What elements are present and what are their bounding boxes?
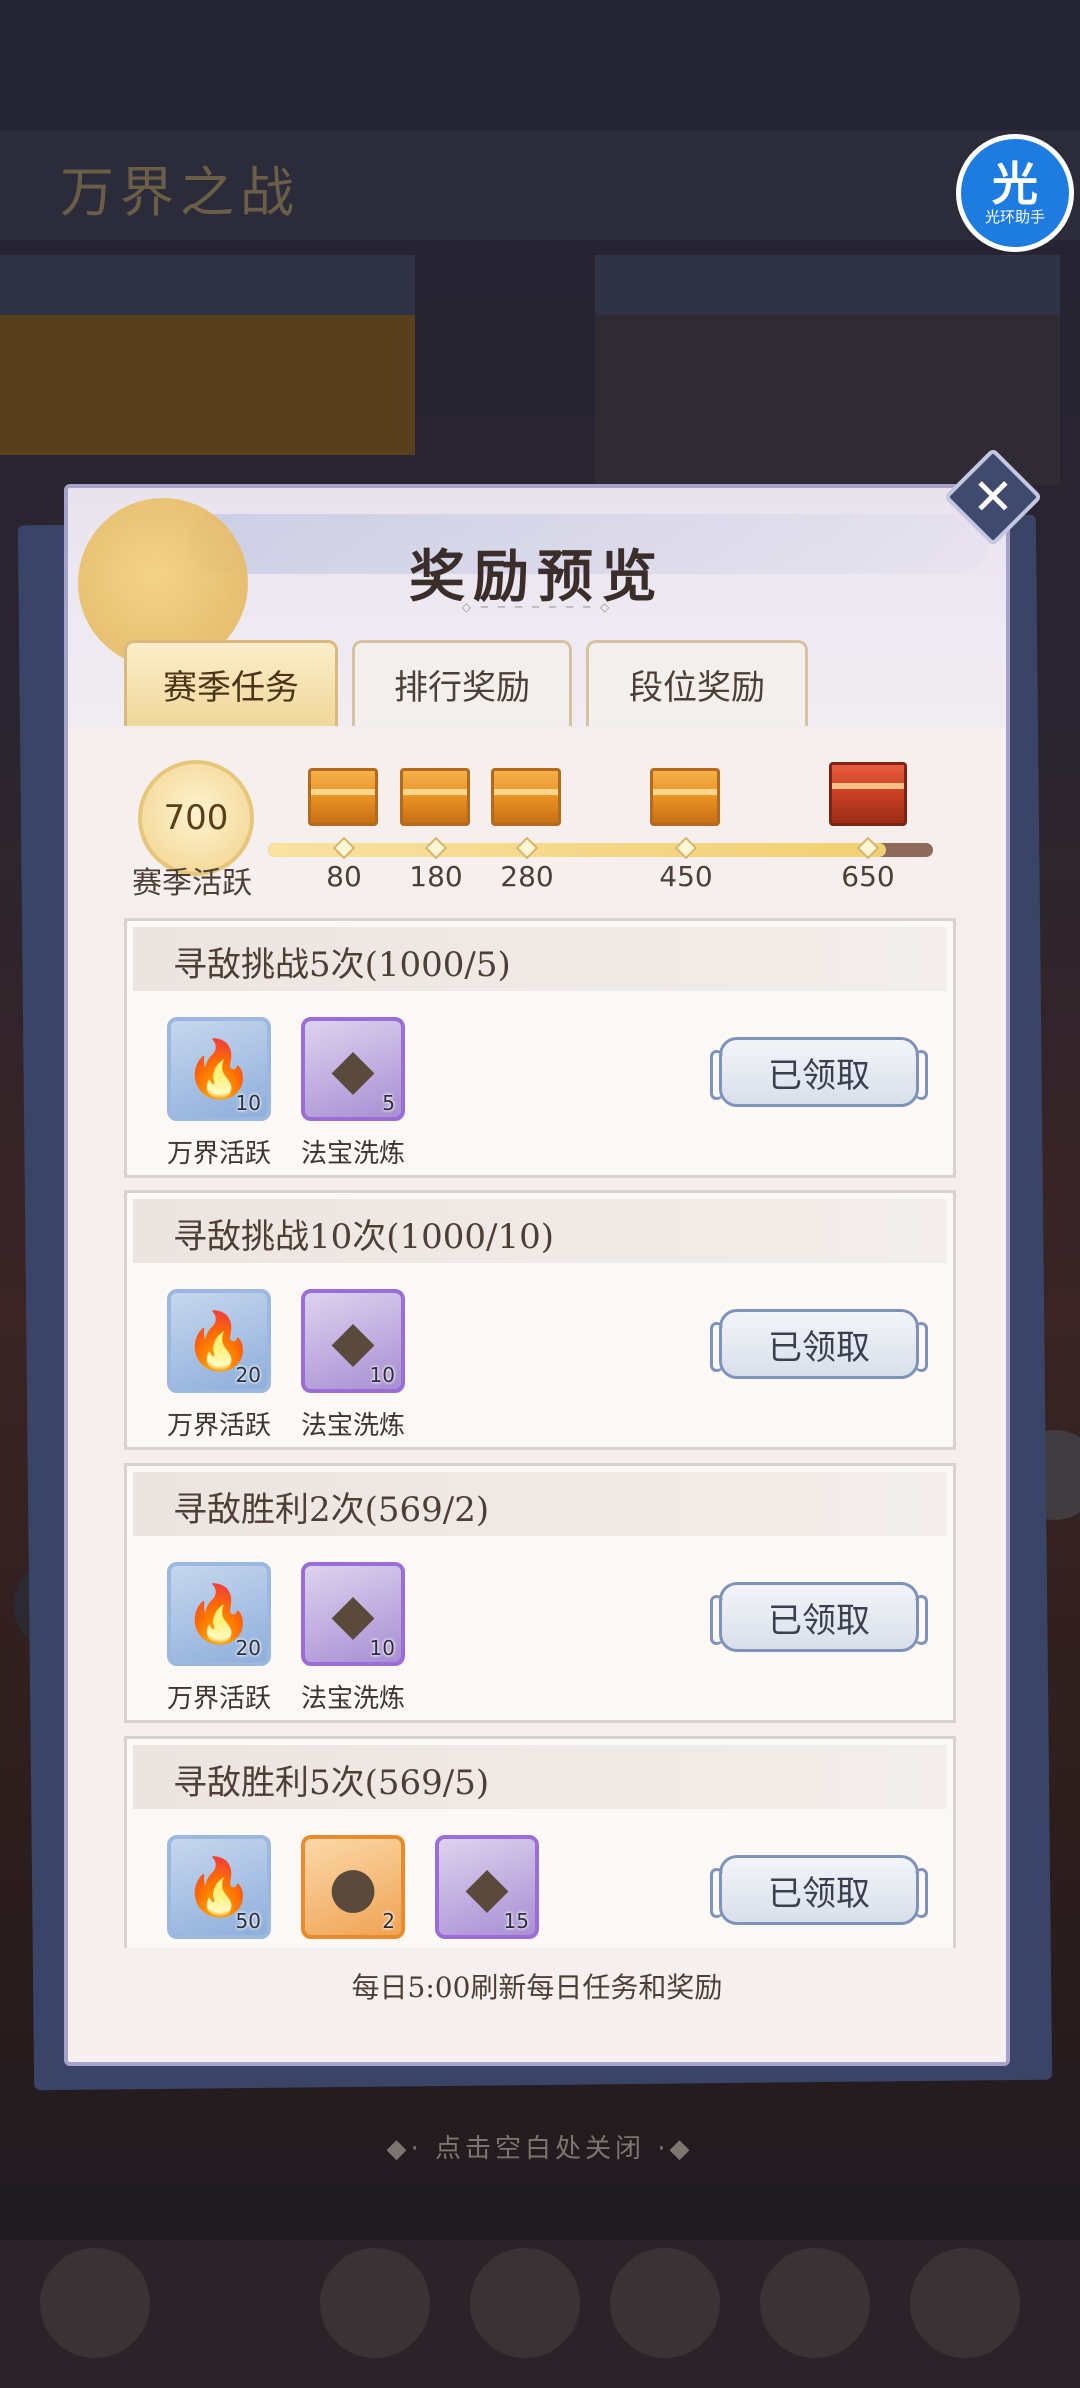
red-chest-icon[interactable] (829, 762, 907, 826)
milestone-label: 280 (500, 860, 554, 893)
task-list[interactable]: 寻敌挑战5次(1000/5) 🔥 10 ◆ 5 万界活跃 法宝洗炼 已领取 寻敌… (124, 918, 956, 1948)
reward-item[interactable]: ◆ 15 (435, 1835, 539, 1939)
reward-item[interactable]: 🔥 50 (167, 1835, 271, 1939)
season-activity-value: 700 (163, 798, 229, 838)
task-header: 寻敌挑战5次(1000/5) (133, 927, 947, 991)
reward-item[interactable]: ● 2 (301, 1835, 405, 1939)
reward-name: 万界活跃 (166, 1139, 271, 1169)
daily-refresh-note: 每日5:00刷新每日任务和奖励 (351, 1971, 723, 2004)
reward-item[interactable]: ◆ 10 (301, 1562, 405, 1666)
reward-item[interactable]: 🔥 10 (167, 1017, 271, 1121)
chest-icon[interactable] (491, 768, 561, 826)
tab-season-tasks[interactable]: 赛季任务 (124, 640, 338, 726)
milestone-label: 80 (326, 860, 362, 893)
tab-bar: 赛季任务 排行奖励 段位奖励 (124, 640, 808, 732)
close-icon[interactable]: ✕ (958, 462, 1028, 532)
task-header: 寻敌胜利2次(569/2) (133, 1472, 947, 1536)
assistant-float-button[interactable]: 光 光环助手 (956, 134, 1074, 252)
background-panel-right (595, 255, 1060, 315)
claimed-button[interactable]: 已领取 (710, 1037, 928, 1107)
reward-count: 50 (235, 1909, 261, 1933)
reward-name: 万界活跃 (166, 1684, 271, 1714)
milestone-label: 650 (841, 860, 895, 893)
reward-item[interactable]: 🔥 20 (167, 1562, 271, 1666)
task-header: 寻敌胜利5次(569/5) (133, 1745, 947, 1809)
task-title: 寻敌胜利5次(569/5) (173, 1763, 490, 1803)
tab-tier-rewards[interactable]: 段位奖励 (586, 640, 808, 726)
reward-count: 5 (382, 1091, 395, 1115)
reward-name: 万界活跃 (166, 1411, 271, 1441)
task-card: 寻敌挑战5次(1000/5) 🔥 10 ◆ 5 万界活跃 法宝洗炼 已领取 (124, 918, 956, 1178)
chest-icon[interactable] (650, 768, 720, 826)
task-card: 寻敌胜利5次(569/5) 🔥 50 ● 2 ◆ 15 已领取 (124, 1736, 956, 1948)
claimed-button[interactable]: 已领取 (710, 1855, 928, 1925)
reward-count: 20 (235, 1636, 261, 1660)
task-title: 寻敌胜利2次(569/2) (173, 1490, 490, 1530)
season-activity-label: 赛季活跃 (132, 866, 252, 901)
reward-name: 法宝洗炼 (300, 1139, 405, 1169)
claimed-button[interactable]: 已领取 (710, 1309, 928, 1379)
chest-icon[interactable] (400, 768, 470, 826)
reward-count: 2 (382, 1909, 395, 1933)
reward-preview-modal: 奖励预览 ◇ ─ ─ ─ ─ ─ ─ ─ ◇ 赛季任务 排行奖励 段位奖励 70… (64, 484, 1010, 2066)
bottom-nav-icon (910, 2248, 1020, 2358)
milestone-label: 450 (659, 860, 713, 893)
assistant-label: 光环助手 (984, 208, 1045, 226)
task-card: 寻敌胜利2次(569/2) 🔥 20 ◆ 10 万界活跃 法宝洗炼 已领取 (124, 1463, 956, 1723)
bottom-nav-icon (470, 2248, 580, 2358)
reward-item[interactable]: ◆ 5 (301, 1017, 405, 1121)
bottom-nav-icon (760, 2248, 870, 2358)
bottom-nav-icon (610, 2248, 720, 2358)
back-arrow-icon (40, 2248, 150, 2358)
reward-item[interactable]: 🔥 20 (167, 1289, 271, 1393)
chest-icon[interactable] (308, 768, 378, 826)
task-title: 寻敌挑战5次(1000/5) (173, 945, 511, 985)
reward-count: 10 (235, 1091, 261, 1115)
reward-count: 10 (369, 1636, 395, 1660)
close-hint[interactable]: ◆· 点击空白处关闭 ·◆ (0, 2128, 1080, 2165)
background-panel-left (0, 255, 415, 315)
claimed-button[interactable]: 已领取 (710, 1582, 928, 1652)
task-header: 寻敌挑战10次(1000/10) (133, 1199, 947, 1263)
reward-count: 15 (503, 1909, 529, 1933)
milestone-label: 180 (409, 860, 463, 893)
tab-ranking-rewards[interactable]: 排行奖励 (352, 640, 572, 726)
background-game-title: 万界之战 (60, 161, 300, 224)
reward-item[interactable]: ◆ 10 (301, 1289, 405, 1393)
progress-fill (268, 843, 887, 857)
reward-count: 20 (235, 1363, 261, 1387)
task-title: 寻敌挑战10次(1000/10) (173, 1217, 555, 1257)
reward-name: 法宝洗炼 (300, 1684, 405, 1714)
title-ornament: ◇ ─ ─ ─ ─ ─ ─ ─ ◇ (461, 600, 613, 614)
reward-count: 10 (369, 1363, 395, 1387)
reward-name: 法宝洗炼 (300, 1411, 405, 1441)
task-card: 寻敌挑战10次(1000/10) 🔥 20 ◆ 10 万界活跃 法宝洗炼 已领取 (124, 1190, 956, 1450)
assistant-glyph: 光 (992, 157, 1038, 211)
background-orange-card (0, 315, 415, 455)
bottom-nav-icon (320, 2248, 430, 2358)
